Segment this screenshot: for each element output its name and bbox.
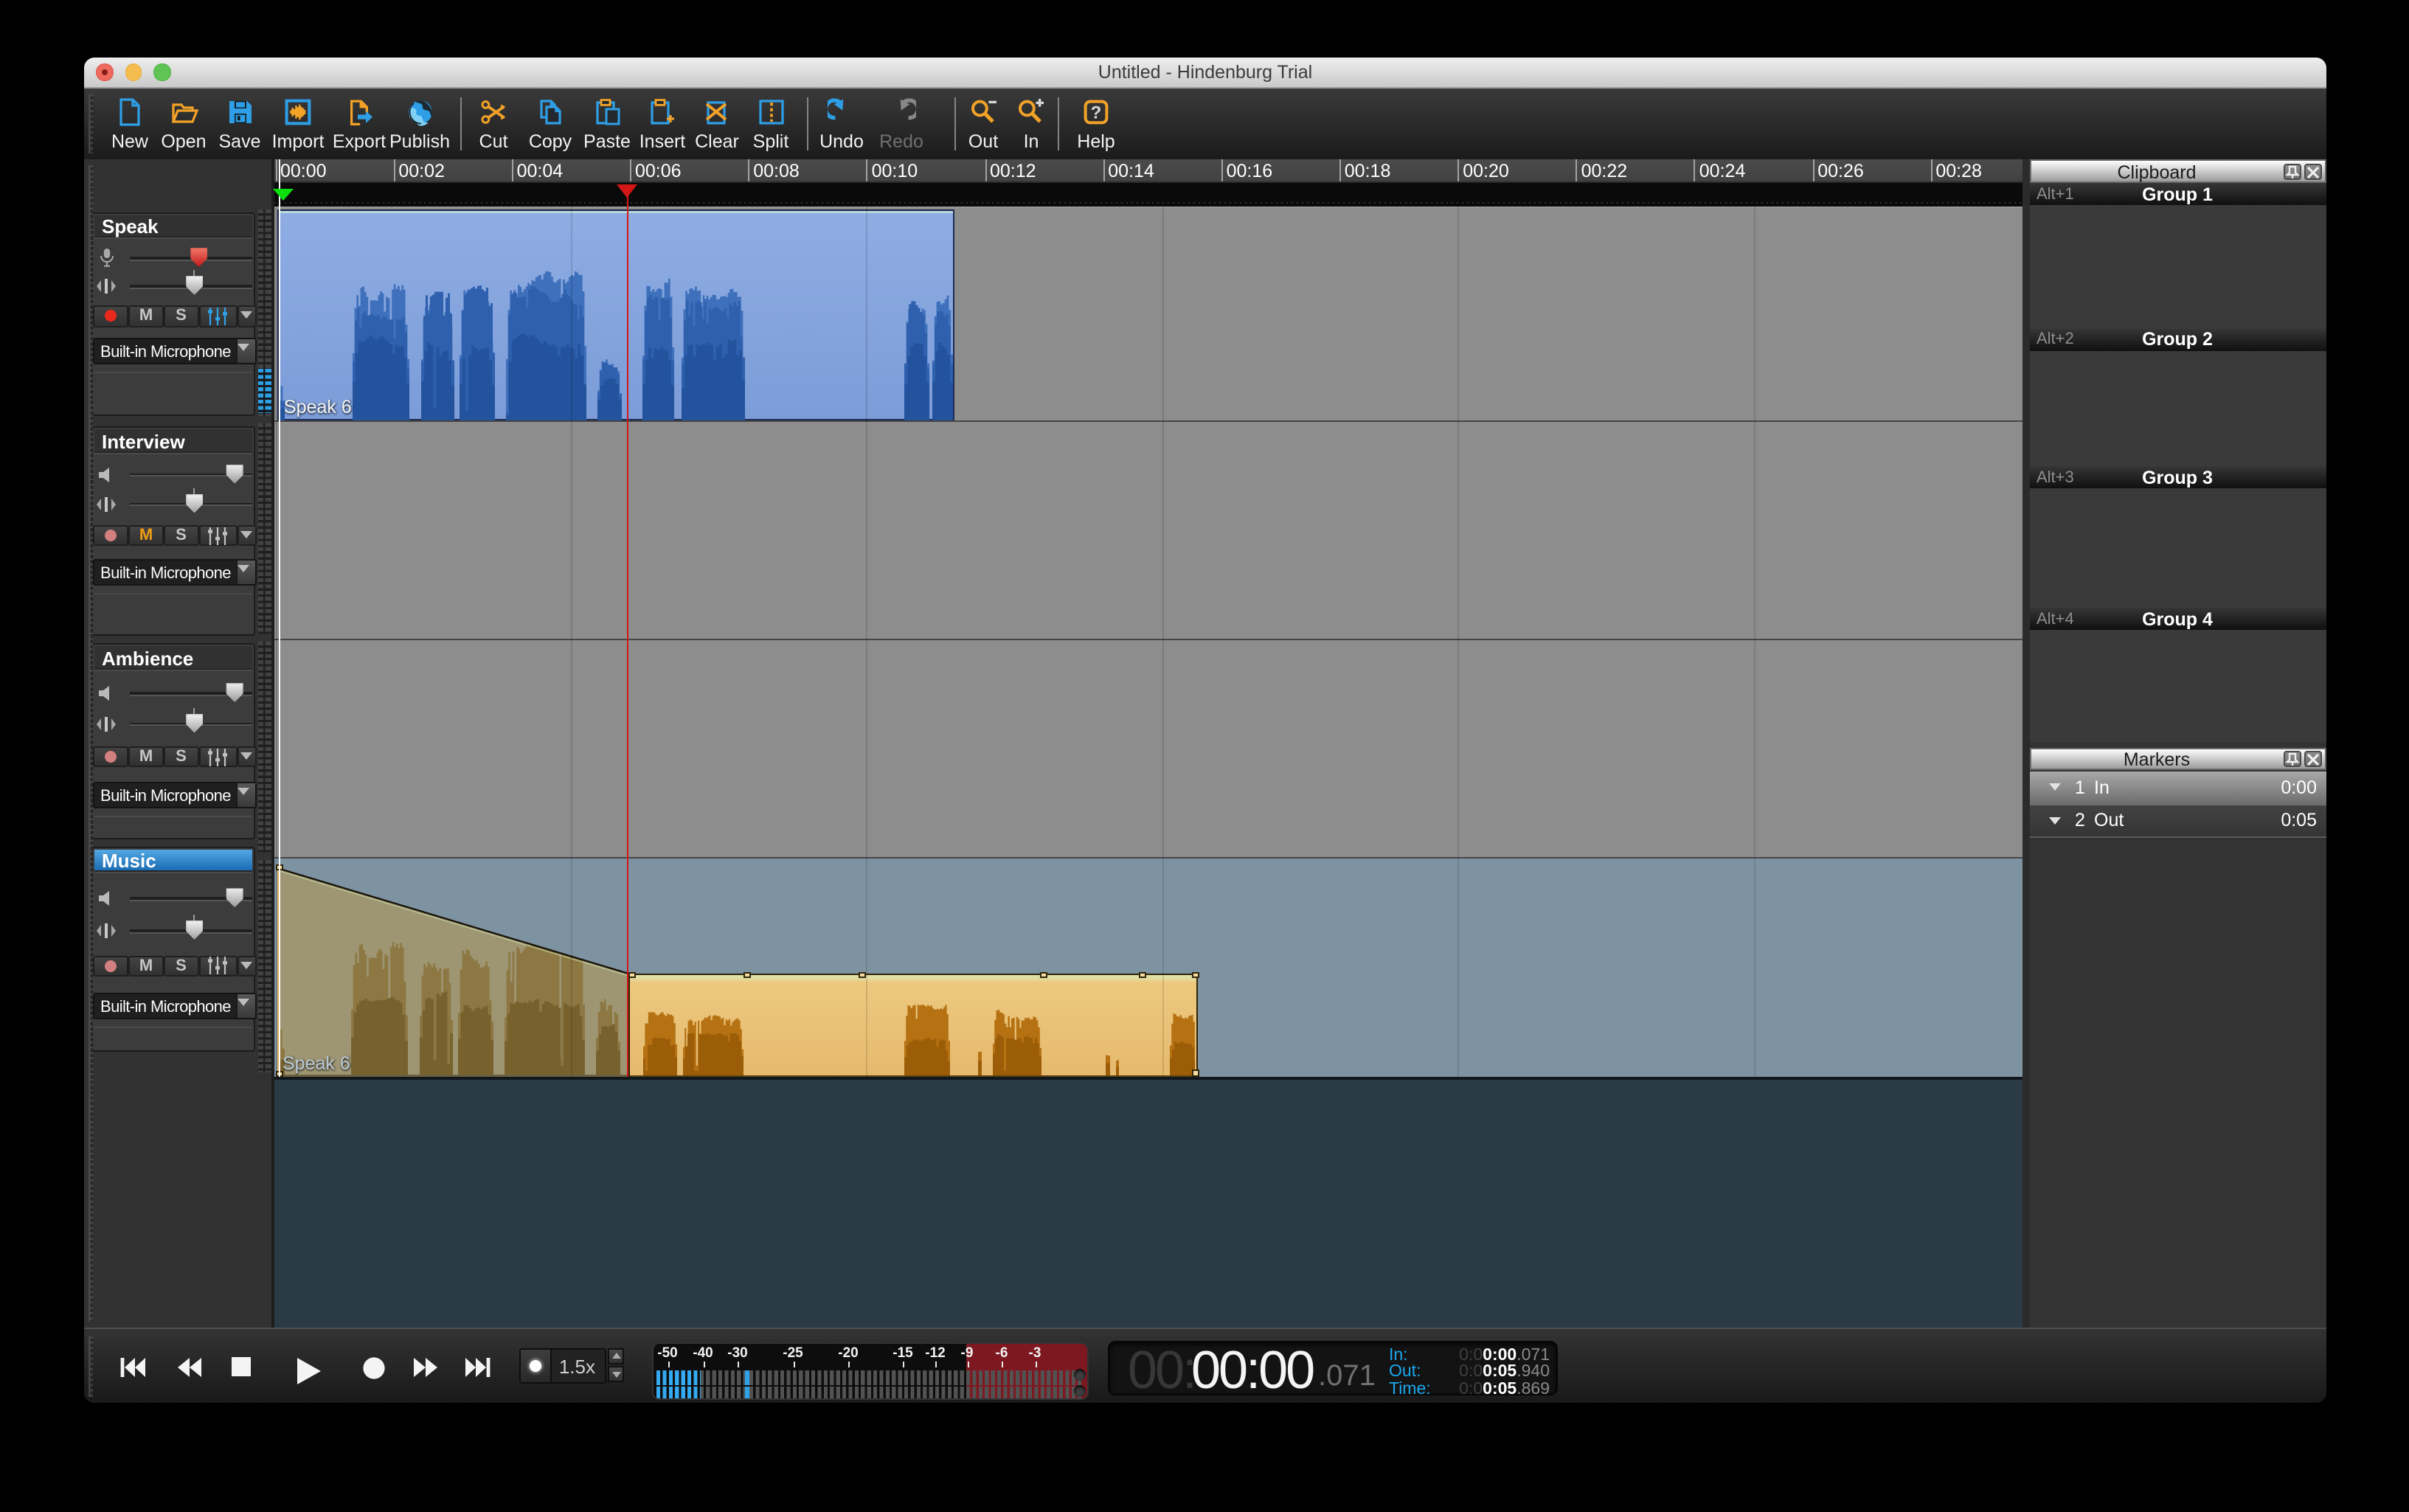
svg-text:?: ? [1091,103,1102,122]
